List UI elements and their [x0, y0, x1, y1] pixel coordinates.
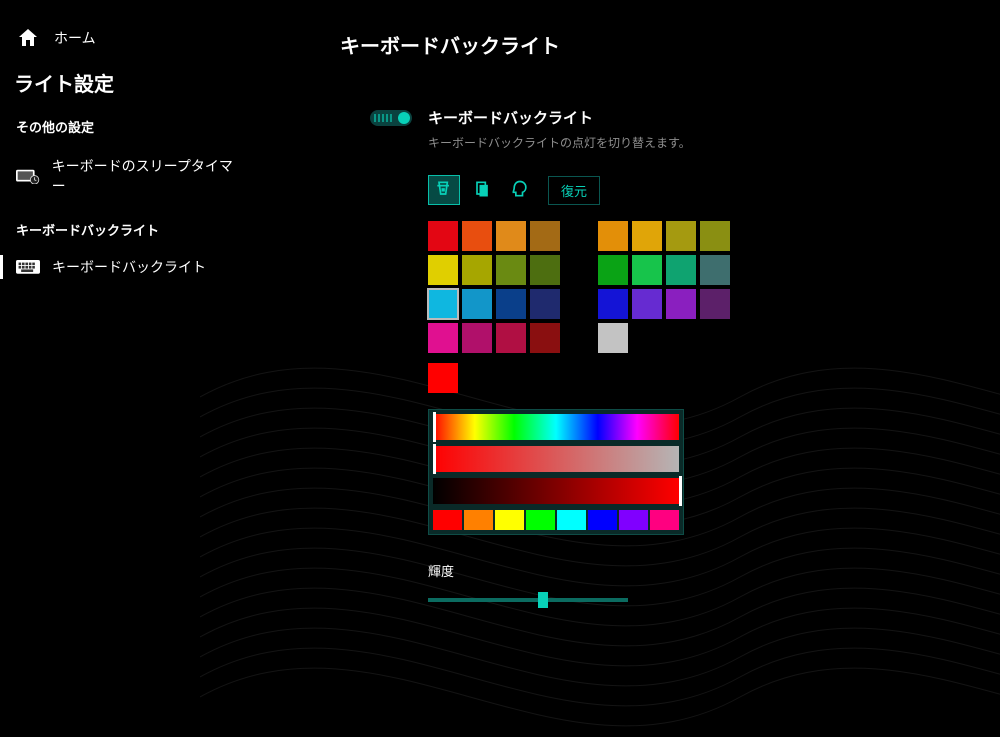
- color-preset[interactable]: [495, 510, 524, 530]
- palette-swatch[interactable]: [700, 289, 730, 319]
- palette-swatch[interactable]: [666, 221, 696, 251]
- brightness-slider[interactable]: [428, 598, 628, 602]
- current-color-row: [428, 363, 940, 393]
- palette-swatch[interactable]: [496, 323, 526, 353]
- color-presets: [433, 510, 679, 530]
- palette-swatch[interactable]: [428, 255, 458, 285]
- nav-home-label: ホーム: [54, 28, 96, 48]
- palette-swatch[interactable]: [462, 255, 492, 285]
- head-icon: [510, 179, 530, 202]
- palette-swatch[interactable]: [462, 221, 492, 251]
- backlight-toggle-label: キーボードバックライト: [428, 107, 593, 128]
- palette-swatch[interactable]: [598, 255, 628, 285]
- backlight-toggle[interactable]: [370, 110, 412, 126]
- backlight-toggle-description: キーボードバックライトの点灯を切り替えます。: [428, 134, 940, 151]
- sidebar-section-title: ライト設定: [10, 64, 250, 111]
- color-preset[interactable]: [526, 510, 555, 530]
- saturation-slider[interactable]: [433, 446, 679, 472]
- sidebar: ホーム ライト設定 その他の設定 キーボードのスリープタイマー キーボードバック…: [0, 0, 260, 297]
- color-preset[interactable]: [557, 510, 586, 530]
- keyboard-icon: [16, 258, 40, 276]
- keyboard-timer-icon: [16, 167, 40, 185]
- palette-swatch[interactable]: [462, 323, 492, 353]
- mode-row: 復元: [428, 175, 940, 205]
- palette-swatch[interactable]: [530, 323, 560, 353]
- palette-swatch[interactable]: [530, 221, 560, 251]
- palette-swatch[interactable]: [598, 221, 628, 251]
- palette-swatch[interactable]: [496, 255, 526, 285]
- color-preset[interactable]: [650, 510, 679, 530]
- restore-button[interactable]: 復元: [548, 176, 600, 205]
- palette-swatch[interactable]: [496, 289, 526, 319]
- mode-cards-button[interactable]: [466, 175, 498, 205]
- palette-swatch[interactable]: [700, 255, 730, 285]
- palette-swatch[interactable]: [428, 221, 458, 251]
- nav-sleep-timer-label: キーボードのスリープタイマー: [52, 156, 244, 196]
- home-icon: [16, 26, 40, 50]
- palette-swatch[interactable]: [666, 289, 696, 319]
- palette-swatch[interactable]: [700, 221, 730, 251]
- palette-swatch[interactable]: [496, 221, 526, 251]
- color-preset[interactable]: [433, 510, 462, 530]
- palette-swatch[interactable]: [530, 255, 560, 285]
- palette-swatch[interactable]: [598, 323, 628, 353]
- color-palette: [428, 221, 940, 353]
- nav-keyboard-backlight-label: キーボードバックライト: [52, 257, 206, 277]
- main-panel: キーボードバックライト キーボードバックライト キーボードバックライトの点灯を切…: [340, 30, 940, 602]
- palette-swatch[interactable]: [632, 289, 662, 319]
- cards-icon: [472, 179, 492, 202]
- sidebar-backlight-heading: キーボードバックライト: [10, 206, 250, 247]
- mode-fill-button[interactable]: [428, 175, 460, 205]
- mode-profile-button[interactable]: [504, 175, 536, 205]
- nav-keyboard-backlight[interactable]: キーボードバックライト: [10, 247, 250, 287]
- page-title: キーボードバックライト: [340, 30, 940, 59]
- color-preset[interactable]: [464, 510, 493, 530]
- palette-swatch[interactable]: [632, 221, 662, 251]
- color-preset[interactable]: [619, 510, 648, 530]
- palette-swatch[interactable]: [598, 289, 628, 319]
- current-color-swatch[interactable]: [428, 363, 458, 393]
- nav-sleep-timer[interactable]: キーボードのスリープタイマー: [10, 146, 250, 206]
- brightness-label: 輝度: [428, 561, 940, 580]
- palette-swatch[interactable]: [462, 289, 492, 319]
- palette-swatch[interactable]: [530, 289, 560, 319]
- color-preset[interactable]: [588, 510, 617, 530]
- nav-home[interactable]: ホーム: [10, 20, 250, 64]
- sidebar-other-settings-heading: その他の設定: [10, 111, 250, 146]
- bucket-icon: [434, 179, 454, 202]
- palette-swatch[interactable]: [666, 255, 696, 285]
- value-slider[interactable]: [433, 478, 679, 504]
- hue-slider[interactable]: [433, 414, 679, 440]
- palette-swatch[interactable]: [428, 289, 458, 319]
- palette-swatch[interactable]: [428, 323, 458, 353]
- palette-swatch[interactable]: [632, 255, 662, 285]
- color-picker: [428, 409, 684, 535]
